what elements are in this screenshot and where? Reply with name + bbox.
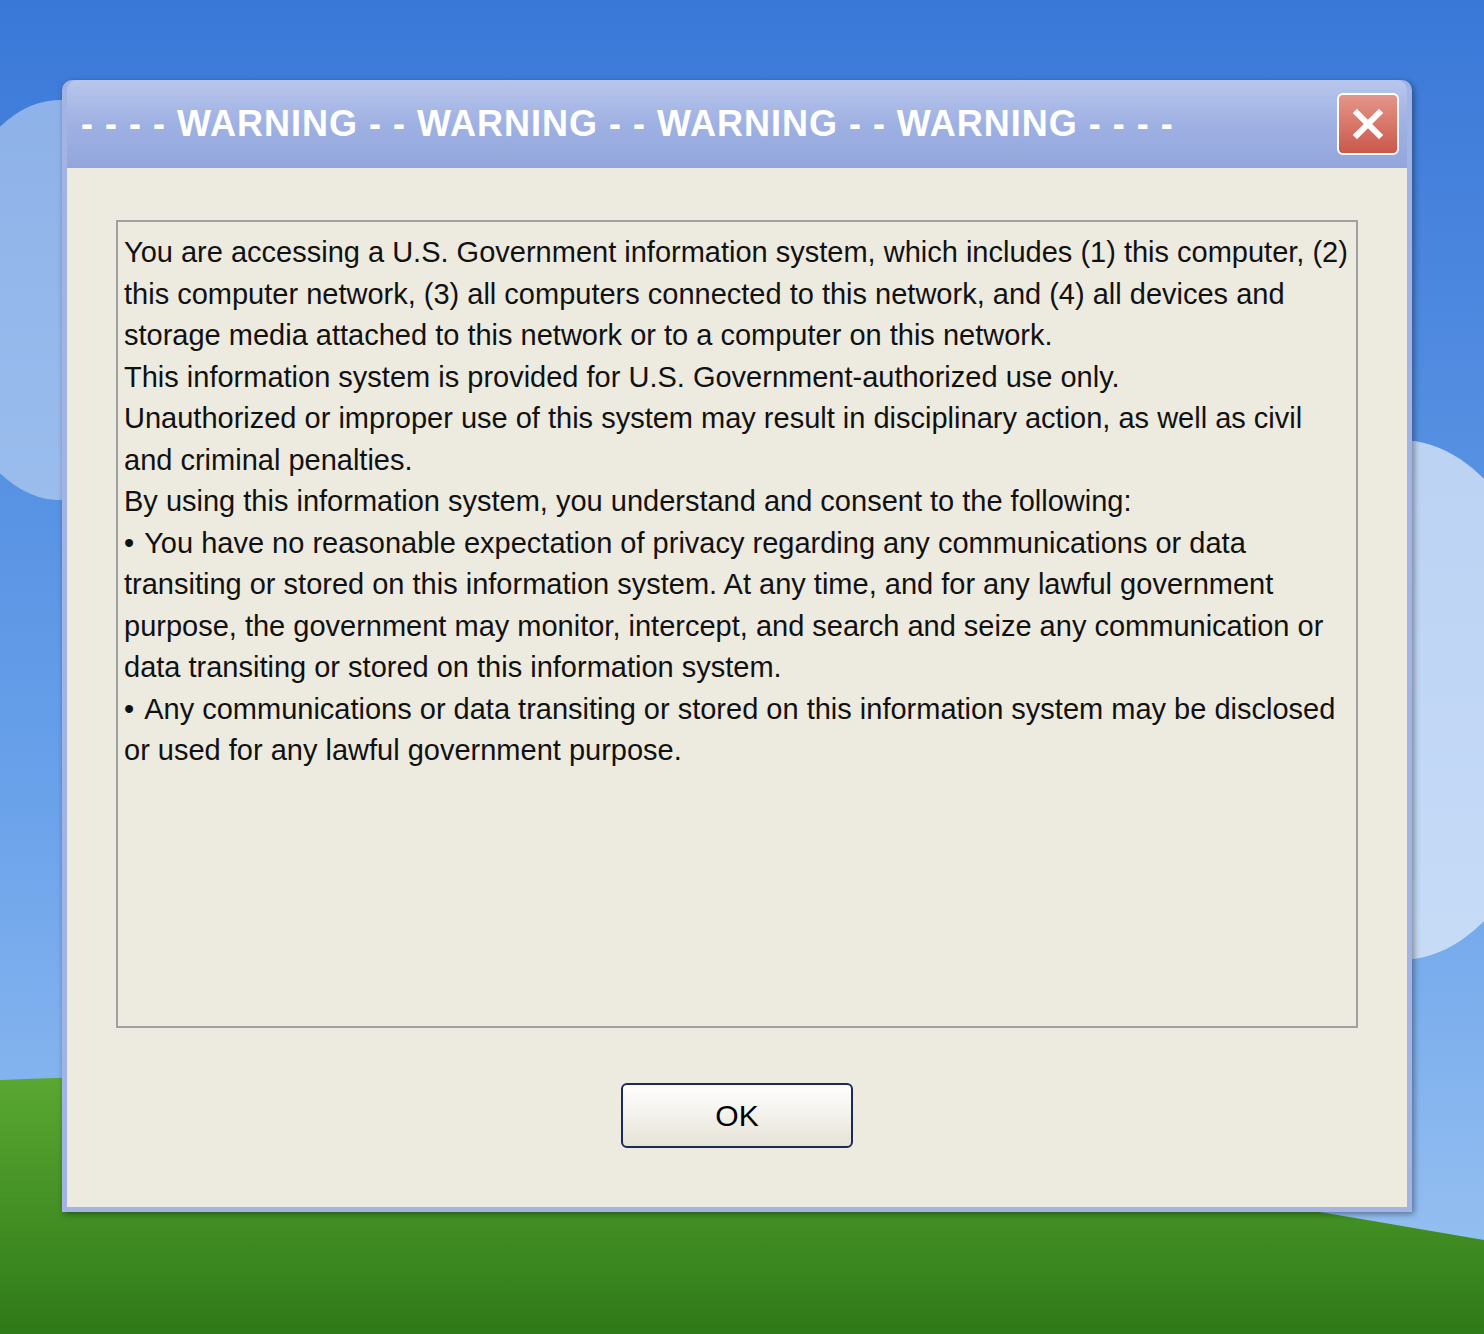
bullet-mark: • [124, 693, 134, 725]
bullet-paragraph: •Any communications or data transiting o… [124, 689, 1350, 772]
message-box: You are accessing a U.S. Government info… [116, 220, 1358, 1028]
warning-dialog: - - - - WARNING - - WARNING - - WARNING … [62, 80, 1412, 1212]
close-x-icon [1351, 107, 1385, 141]
dialog-body: You are accessing a U.S. Government info… [67, 168, 1407, 1207]
button-row: OK [621, 1083, 853, 1148]
title-bar[interactable]: - - - - WARNING - - WARNING - - WARNING … [67, 80, 1407, 168]
message-paragraph: You are accessing a U.S. Government info… [124, 232, 1350, 357]
ok-button[interactable]: OK [621, 1083, 853, 1148]
close-button[interactable] [1337, 93, 1399, 155]
bullet-mark: • [124, 527, 134, 559]
message-paragraph: By using this information system, you un… [124, 481, 1350, 523]
title-text: - - - - WARNING - - WARNING - - WARNING … [81, 97, 1174, 151]
bullet-paragraph: •You have no reasonable expectation of p… [124, 523, 1350, 689]
desktop: - - - - WARNING - - WARNING - - WARNING … [0, 0, 1484, 1334]
message-paragraph: This information system is provided for … [124, 357, 1350, 399]
message-paragraph: Unauthorized or improper use of this sys… [124, 398, 1350, 481]
